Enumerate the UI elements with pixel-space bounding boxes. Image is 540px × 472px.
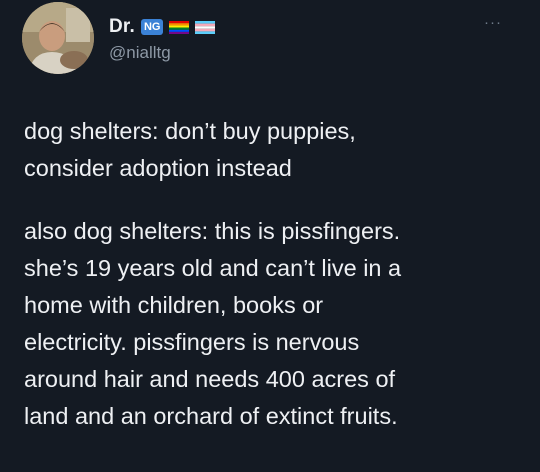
ellipsis-icon[interactable]: ··· <box>484 15 502 30</box>
tweet-header: Dr. NG @nialltg ··· <box>22 2 522 80</box>
tweet-card: Dr. NG @nialltg ··· dog shelters: don’t … <box>0 0 540 472</box>
avatar[interactable] <box>22 2 94 74</box>
display-name[interactable]: Dr. <box>109 16 135 38</box>
trans-flag-icon <box>195 20 216 34</box>
ng-badge: NG <box>140 19 164 35</box>
rainbow-flag-icon <box>169 20 190 34</box>
tweet-text-paragraph-1: dog shelters: don’t buy puppies, conside… <box>24 118 356 181</box>
name-row: Dr. NG <box>109 14 216 40</box>
user-handle[interactable]: @nialltg <box>109 43 171 63</box>
tweet-text-paragraph-2: also dog shelters: this is pissfingers. … <box>24 218 402 429</box>
